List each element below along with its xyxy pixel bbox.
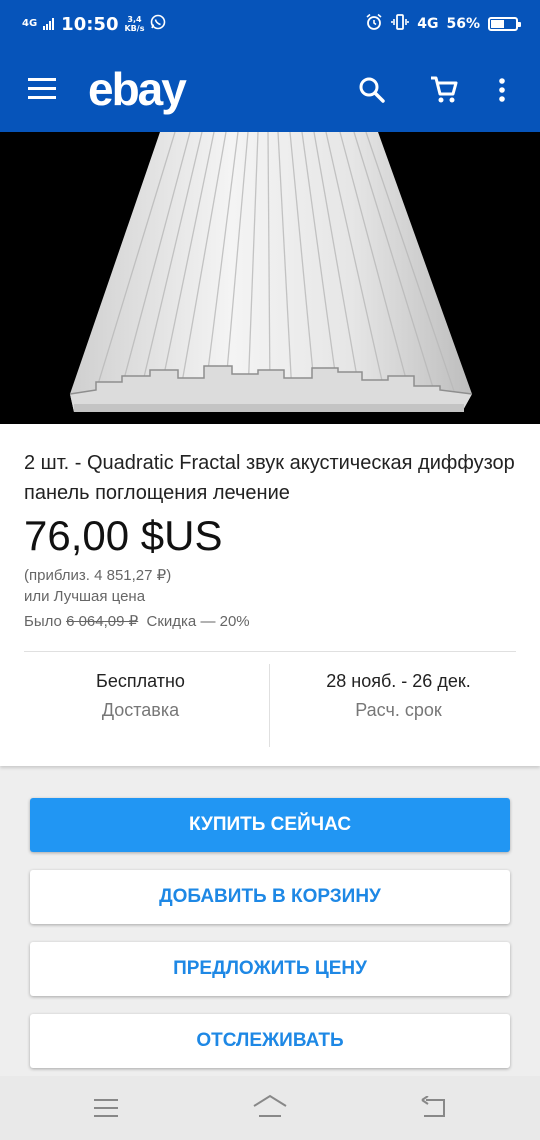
was-price: 6 064,09 ₽ (66, 613, 139, 630)
recent-apps-icon[interactable] (92, 1098, 120, 1123)
whatsapp-icon (150, 14, 166, 34)
network-speed-unit: KB/s (124, 24, 145, 33)
app-bar: ebay (0, 48, 540, 132)
listing-info-card: 2 шт. - Quadratic Fractal звук акустичес… (0, 424, 540, 766)
add-to-cart-button[interactable]: ДОБАВИТЬ В КОРЗИНУ (30, 870, 510, 924)
network-speed: 3,4 KB/s (124, 15, 144, 33)
product-image[interactable] (0, 132, 540, 424)
system-nav-bar (0, 1076, 540, 1140)
battery-fill (491, 20, 505, 28)
shipping-info: Бесплатно Доставка (18, 667, 263, 725)
status-bar: 4G 10:50 3,4 KB/s 4G 56% (0, 0, 540, 48)
shipping-value: Бесплатно (96, 671, 185, 691)
battery-icon (488, 17, 521, 31)
search-icon[interactable] (356, 74, 388, 106)
was-label: Было (24, 613, 62, 630)
divider (24, 651, 516, 652)
network-speed-value: 3,4 (127, 15, 142, 24)
discount-label: Скидка — 20% (146, 613, 250, 630)
delivery-value: 28 нояб. - 26 дек. (326, 671, 471, 691)
delivery-info: 28 нояб. - 26 дек. Расч. срок (276, 667, 521, 725)
home-icon[interactable] (252, 1094, 288, 1125)
network-indicator: 4G (22, 18, 38, 29)
listing-price: 76,00 $US (24, 512, 223, 559)
network-indicator-right: 4G (417, 16, 439, 32)
ebay-logo[interactable]: ebay (88, 62, 187, 116)
discount-line: Было 6 064,09 ₽ Скидка — 20% (24, 612, 250, 630)
battery-percent: 56% (446, 16, 480, 32)
more-vert-icon[interactable] (492, 74, 512, 106)
listing-title: 2 шт. - Quadratic Fractal звук акустичес… (24, 452, 515, 504)
alarm-icon (365, 13, 383, 35)
shipping-label: Доставка (101, 700, 180, 720)
divider-vertical (269, 664, 270, 747)
hamburger-menu-icon[interactable] (28, 78, 56, 100)
make-offer-button[interactable]: ПРЕДЛОЖИТЬ ЦЕНУ (30, 942, 510, 996)
delivery-label: Расч. срок (355, 700, 442, 720)
signal-icon (43, 15, 55, 34)
approx-price: (приблиз. 4 851,27 ₽) (24, 567, 172, 584)
watch-button[interactable]: ОТСЛЕЖИВАТЬ (30, 1014, 510, 1068)
clock: 10:50 (61, 13, 119, 35)
vibrate-icon (391, 13, 410, 35)
back-icon[interactable] (420, 1095, 448, 1125)
best-offer-label: или Лучшая цена (24, 588, 146, 605)
buy-now-button[interactable]: КУПИТЬ СЕЙЧАС (30, 798, 510, 852)
shopping-cart-icon[interactable] (428, 74, 460, 106)
